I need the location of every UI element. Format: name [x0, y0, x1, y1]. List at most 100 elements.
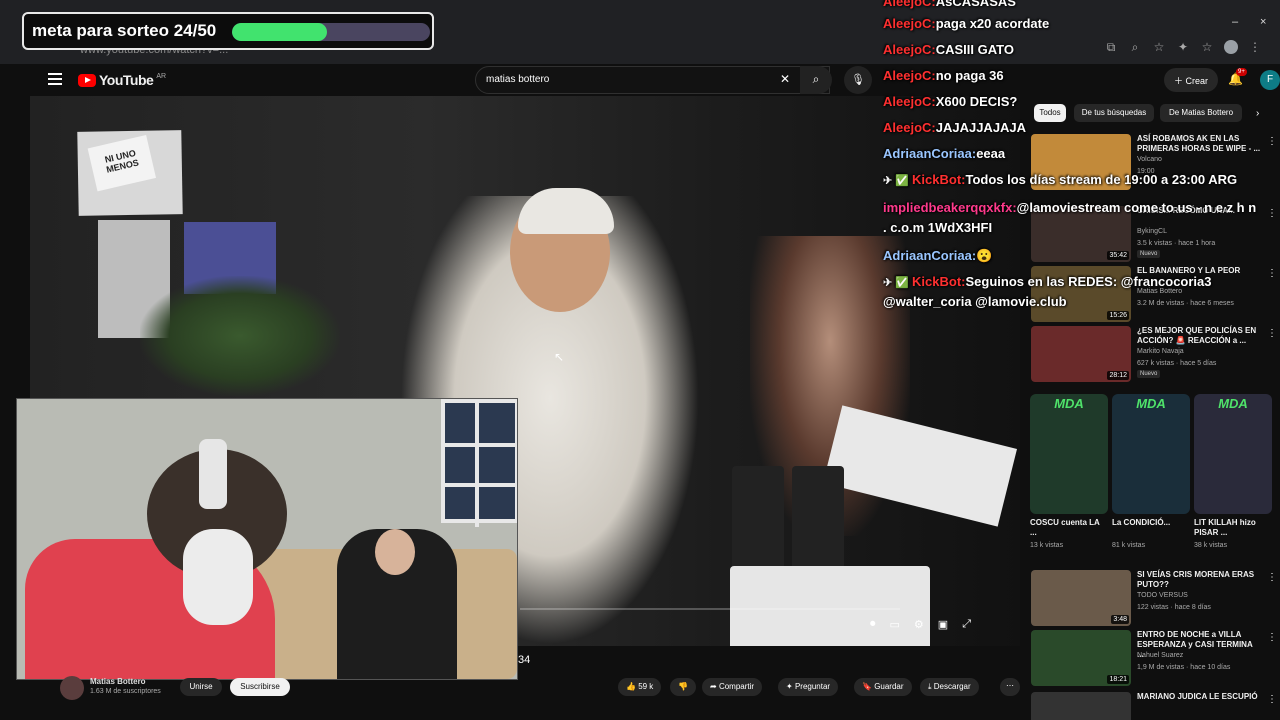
chat-username[interactable]: AleejoC: — [883, 42, 936, 57]
theater-icon[interactable]: ▣ — [938, 618, 948, 631]
short-thumbnail[interactable]: MDA — [1030, 394, 1108, 514]
timestamp: 34 — [518, 654, 531, 666]
ask-button[interactable]: ✦ Preguntar — [778, 678, 839, 696]
kebab-menu-icon[interactable]: ⋮ — [1267, 572, 1277, 583]
more-icon[interactable]: ⋮ — [1248, 40, 1262, 57]
short-thumbnail[interactable]: MDA — [1194, 394, 1272, 514]
chat-username[interactable]: AleejoC: — [883, 0, 936, 9]
video-stats: 3.5 k vistas · hace 1 hora — [1137, 240, 1216, 247]
chat-username[interactable]: AleejoC: — [883, 94, 936, 109]
duration-badge: 3:48 — [1111, 615, 1129, 624]
share-button[interactable]: ➦ Compartir — [702, 678, 763, 696]
chat-message: ✈ ✅ KickBot:Todos los días stream de 19:… — [883, 172, 1237, 187]
chip-channel[interactable]: De Matias Bottero — [1160, 104, 1242, 122]
dislike-button[interactable]: 👎 — [670, 678, 696, 696]
kebab-menu-icon[interactable]: ⋮ — [1267, 328, 1277, 339]
profile-icon[interactable] — [1224, 40, 1238, 57]
recommendations-sidebar: Todos De tus búsquedas De Matias Bottero… — [1030, 100, 1280, 720]
clear-search-icon[interactable]: ✕ — [780, 72, 790, 86]
more-actions-button[interactable]: ⋯ — [1000, 678, 1020, 696]
subtitles-icon[interactable]: ▭ — [890, 618, 900, 631]
search-button[interactable]: ⌕ — [800, 66, 832, 94]
recommendation-item[interactable]: 35:42 CRISIS... RECÓMO UNA... BykingCL 3.5 … — [1031, 206, 1280, 266]
cursor-icon: ↖ — [554, 350, 565, 364]
fullscreen-icon[interactable]: ⤢ — [962, 618, 971, 631]
video-meta-row: 34 Matias Bottero 1.63 M de suscriptores… — [30, 646, 1020, 700]
goal-progress-bar — [232, 23, 430, 41]
short-views: 81 k vistas — [1112, 542, 1146, 549]
wall-poster: NI UNO MENOS — [77, 130, 183, 216]
chat-username[interactable]: AdriaanCoriaa: — [883, 146, 976, 161]
chat-message: AleejoC:no paga 36 — [883, 68, 1004, 83]
chat-username[interactable]: AdriaanCoriaa: — [883, 248, 976, 263]
voice-search-button[interactable]: 🎙 — [844, 66, 872, 94]
kebab-menu-icon[interactable]: ⋮ — [1267, 632, 1277, 643]
youtube-play-icon — [78, 73, 96, 87]
channel-name: Volcano — [1137, 156, 1162, 163]
channel-name[interactable]: Matias Bottero — [90, 677, 146, 686]
kebab-menu-icon[interactable]: ⋮ — [1267, 694, 1277, 705]
create-button[interactable]: ＋ Crear — [1164, 68, 1218, 92]
subscribe-button[interactable]: Suscribirse — [230, 678, 290, 696]
recommendation-item[interactable]: 28:12 ¿ES MEJOR QUE POLICÍAS EN ACCIÓN? 🚨… — [1031, 326, 1280, 386]
save-button[interactable]: 🔖 Guardar — [854, 678, 912, 696]
short-thumbnail[interactable]: MDA — [1112, 394, 1190, 514]
short-label: MDA — [1054, 396, 1084, 411]
notification-badge: 9+ — [1236, 68, 1247, 76]
new-badge: Nuevo — [1137, 250, 1161, 258]
video-thumbnail[interactable] — [1031, 692, 1131, 720]
autoplay-icon[interactable]: ⏺ — [870, 618, 876, 631]
chat-username[interactable]: AleejoC: — [883, 16, 936, 31]
download-button[interactable]: ⤓ Descargar — [920, 678, 979, 696]
youtube-logo[interactable]: YouTube AR — [78, 72, 166, 88]
channel-avatar[interactable] — [60, 676, 84, 700]
chat-username[interactable]: KickBot: — [912, 274, 965, 289]
like-button[interactable]: 👍 59 k — [618, 678, 662, 696]
chip-todos[interactable]: Todos — [1034, 104, 1066, 122]
chat-username[interactable]: AleejoC: — [883, 68, 936, 83]
bookmark-icon[interactable]: ☆ — [1200, 40, 1214, 57]
recommendation-item[interactable]: 18:21 ENTRO DE NOCHE a VILLA ESPERANZA y … — [1031, 630, 1280, 690]
recommendation-item[interactable]: MARIANO JUDICA LE ESCUPIÓ ⋮ — [1031, 692, 1280, 720]
short-label: MDA — [1218, 396, 1248, 411]
video-title: MARIANO JUDICA LE ESCUPIÓ — [1137, 692, 1258, 701]
account-avatar[interactable]: F — [1260, 70, 1280, 90]
chat-username[interactable]: KickBot: — [912, 172, 965, 187]
settings-icon[interactable]: ⚙ — [914, 618, 924, 631]
chat-message: AleejoC:X600 DECIS? — [883, 94, 1017, 109]
chevron-right-icon[interactable]: › — [1256, 108, 1259, 119]
recommendation-item[interactable]: 3:48 SI VEÍAS CRIS MORENA ERAS PUTO?? TODO… — [1031, 570, 1280, 630]
kebab-menu-icon[interactable]: ⋮ — [1267, 268, 1277, 279]
short-title[interactable]: LIT KILLAH hizo PISAR ... — [1194, 518, 1264, 538]
zoom-icon[interactable]: ⌕ — [1128, 40, 1142, 57]
cup — [792, 466, 844, 576]
extension-icon[interactable]: ✦ — [1176, 40, 1190, 57]
minimize-button[interactable]: – — [1232, 16, 1238, 28]
background-person-head — [375, 529, 415, 575]
chat-text: X600 DECIS? — [935, 94, 1018, 109]
goal-label: meta para sorteo 24/50 — [32, 21, 217, 40]
short-title[interactable]: COSCU cuenta LA ... — [1030, 518, 1100, 538]
chat-text: AsCASASAS — [935, 0, 1016, 9]
video-progress-bar[interactable] — [520, 608, 900, 610]
search-input[interactable]: matias bottero — [475, 66, 830, 94]
video-thumbnail[interactable]: 28:12 — [1031, 326, 1131, 382]
join-button[interactable]: Unirse — [180, 678, 222, 696]
sparkle-icon: ✦ — [786, 682, 795, 691]
chip-searches[interactable]: De tus búsquedas — [1074, 104, 1154, 122]
chat-text: JAJAJJAJAJA — [935, 120, 1027, 135]
menu-icon[interactable] — [48, 73, 62, 85]
cast-icon[interactable]: ⧉ — [1104, 40, 1118, 57]
channel-name: Nahuel Suarez — [1137, 652, 1184, 659]
video-thumbnail[interactable]: 18:21 — [1031, 630, 1131, 686]
kebab-menu-icon[interactable]: ⋮ — [1267, 136, 1277, 147]
window-close-button[interactable]: × — [1260, 16, 1266, 28]
kebab-menu-icon[interactable]: ⋮ — [1267, 208, 1277, 219]
star-icon[interactable]: ☆ — [1152, 40, 1166, 57]
chat-username[interactable]: AleejoC: — [883, 120, 936, 135]
video-thumbnail[interactable]: 3:48 — [1031, 570, 1131, 626]
channel-name: Markito Navaja — [1137, 348, 1184, 355]
chat-username[interactable]: impliedbeakerqqxkfx: — [883, 200, 1017, 215]
short-title[interactable]: La CONDICIÓ... — [1112, 518, 1182, 528]
short-views: 13 k vistas — [1030, 542, 1064, 549]
